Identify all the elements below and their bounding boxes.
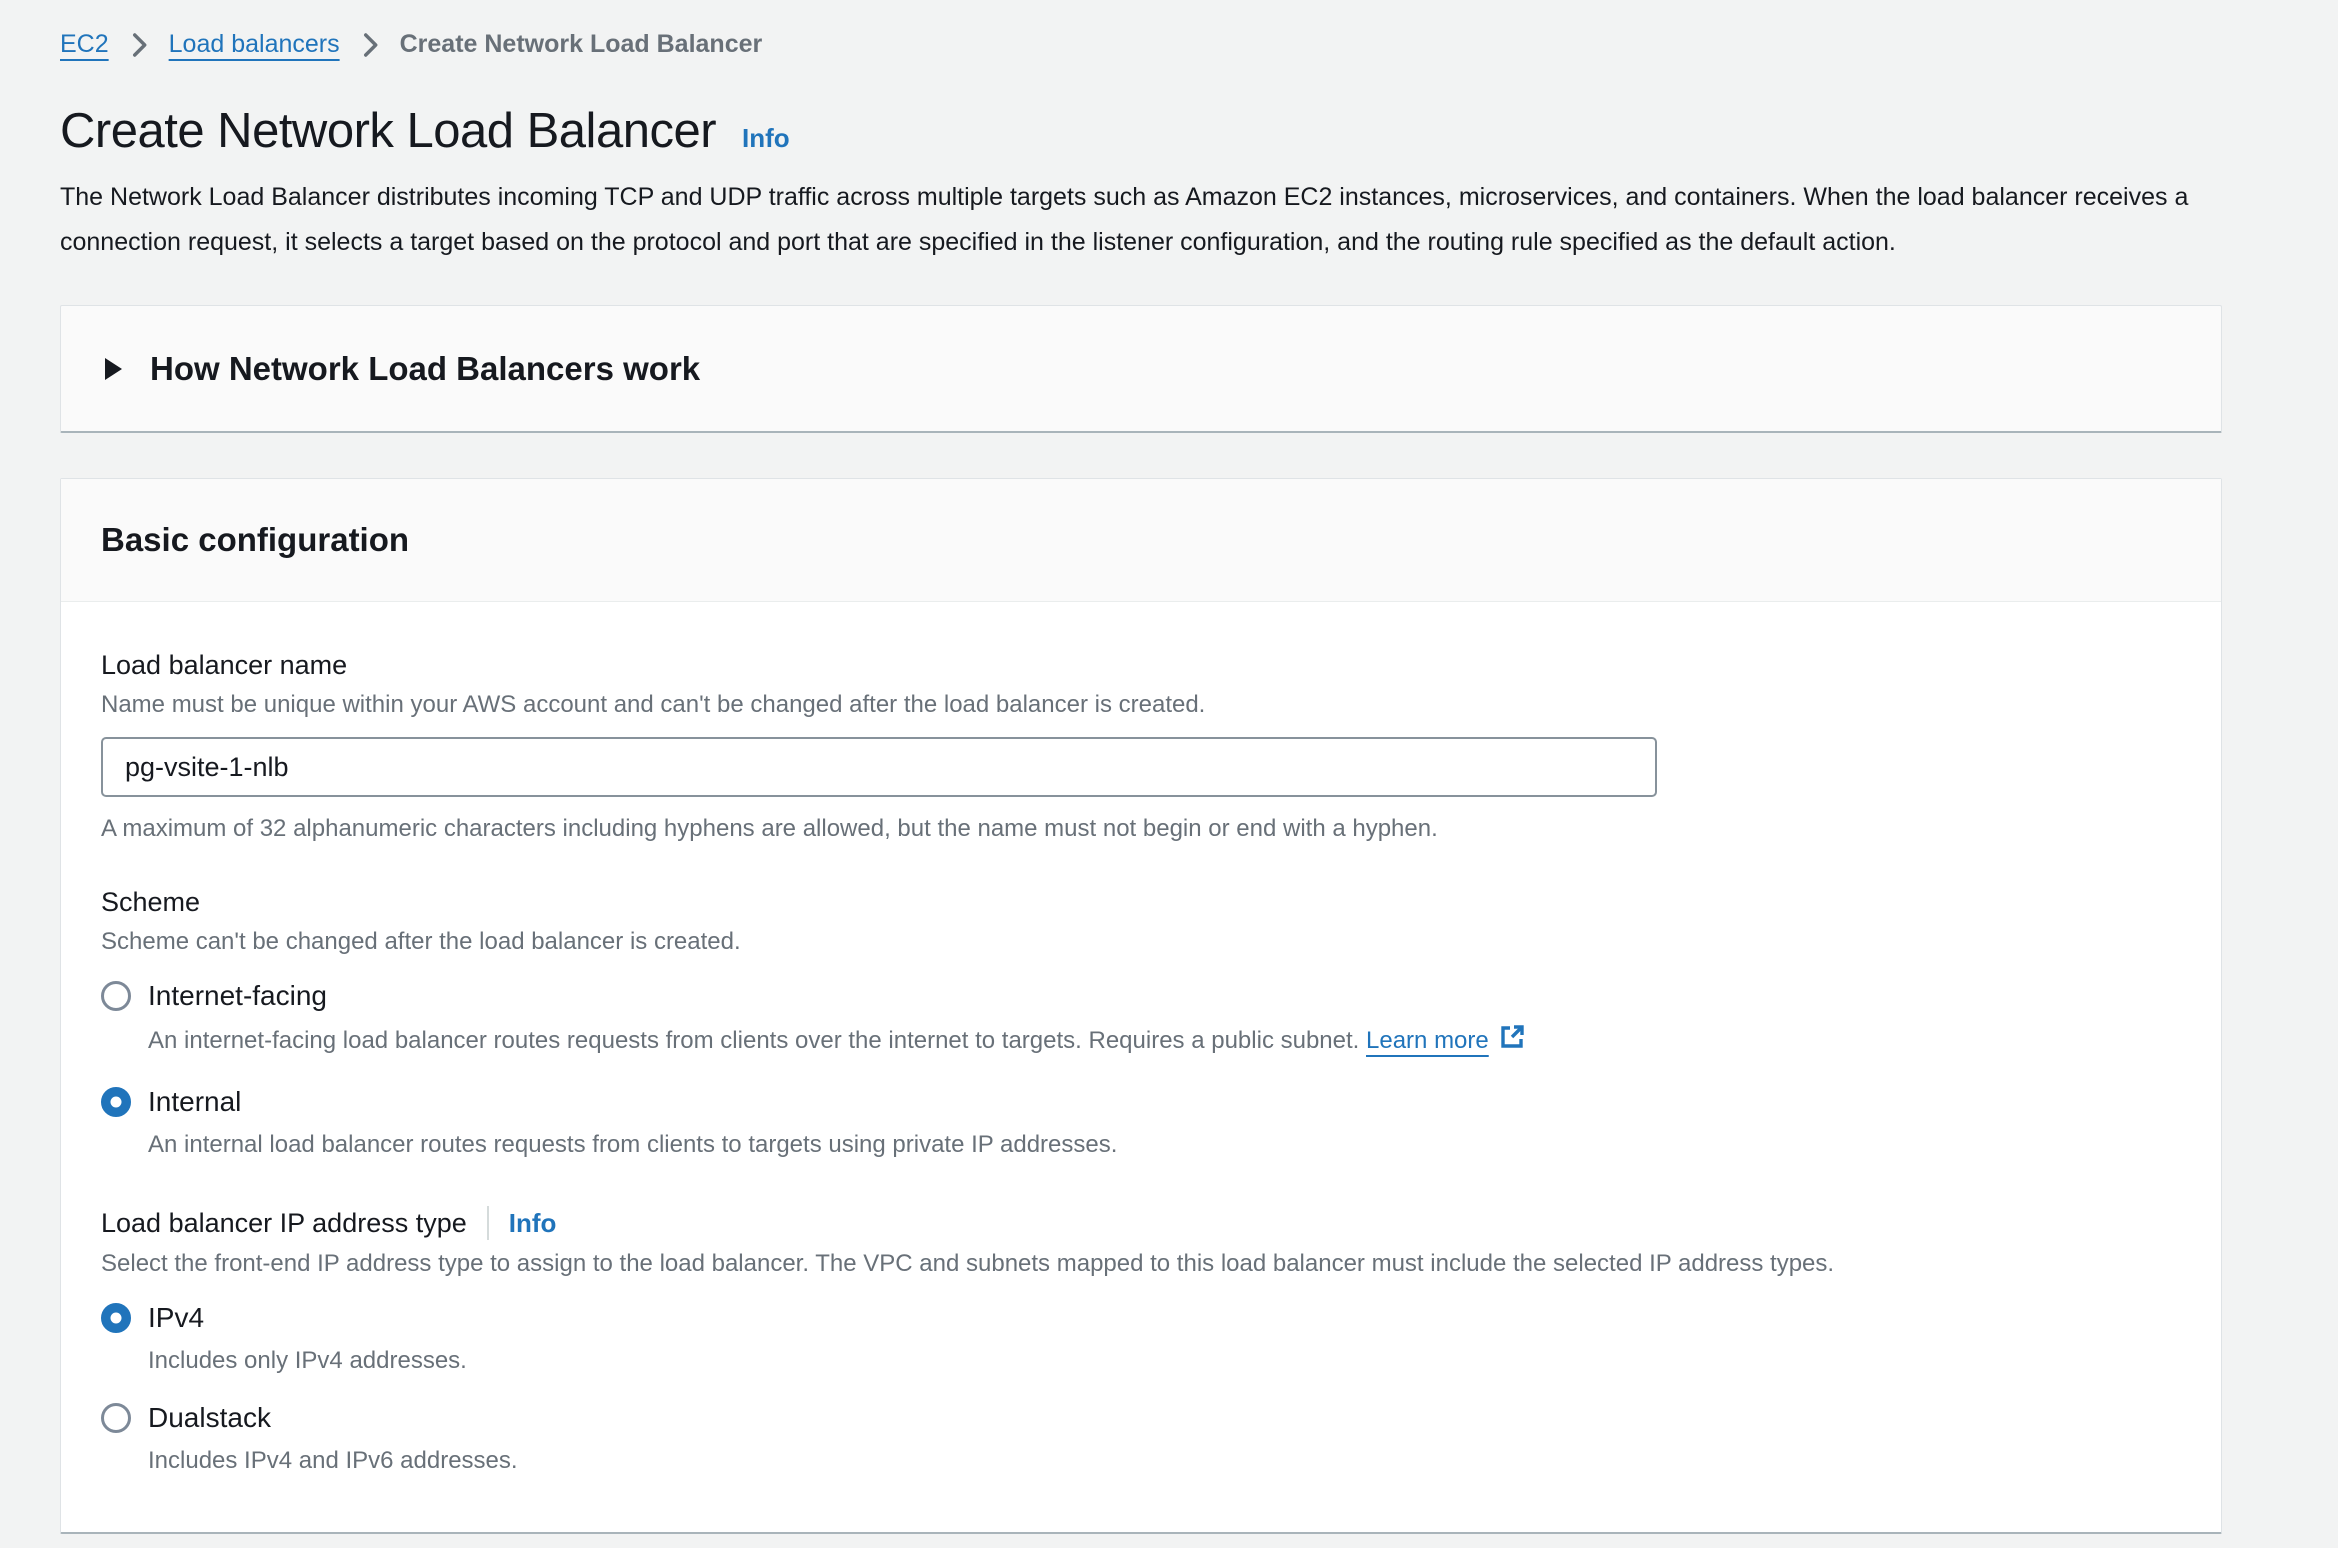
internal-description: An internal load balancer routes request… (148, 1128, 2181, 1162)
ipv4-radio-label[interactable]: IPv4 (148, 1302, 204, 1334)
scheme-field: Scheme Scheme can't be changed after the… (101, 887, 2181, 1162)
dualstack-radio-label[interactable]: Dualstack (148, 1402, 271, 1434)
label-divider (487, 1206, 489, 1240)
ip-address-type-label: Load balancer IP address type (101, 1208, 467, 1239)
ipv4-radio[interactable]: IPv4 (101, 1302, 2181, 1334)
breadcrumb: EC2 Load balancers Create Network Load B… (60, 30, 2222, 59)
expander-caret-icon (105, 358, 122, 380)
ip-type-option-ipv4: IPv4 Includes only IPv4 addresses. (101, 1302, 2181, 1378)
breadcrumb-link-load-balancers[interactable]: Load balancers (169, 30, 340, 59)
how-it-works-expander[interactable]: How Network Load Balancers work (60, 305, 2222, 433)
radio-button-icon[interactable] (101, 981, 131, 1011)
internet-facing-radio-label[interactable]: Internet-facing (148, 980, 327, 1012)
internal-radio[interactable]: Internal (101, 1086, 2181, 1118)
internal-radio-label[interactable]: Internal (148, 1086, 241, 1118)
lb-name-field: Load balancer name Name must be unique w… (101, 650, 2181, 843)
basic-configuration-card: Basic configuration Load balancer name N… (60, 478, 2222, 1534)
scheme-option-internet-facing: Internet-facing An internet-facing load … (101, 980, 2181, 1062)
external-link-icon (1497, 1022, 1527, 1062)
page-title: Create Network Load Balancer (60, 103, 716, 159)
ip-address-type-field: Load balancer IP address type Info Selec… (101, 1206, 2181, 1478)
breadcrumb-link-ec2[interactable]: EC2 (60, 30, 109, 59)
title-info-link[interactable]: Info (742, 123, 790, 154)
breadcrumb-chevron-icon (129, 32, 149, 58)
ip-address-type-help: Select the front-end IP address type to … (101, 1250, 2181, 1278)
radio-button-icon[interactable] (101, 1403, 131, 1433)
ip-address-type-info-link[interactable]: Info (509, 1208, 557, 1239)
scheme-help: Scheme can't be changed after the load b… (101, 928, 2181, 956)
page-description: The Network Load Balancer distributes in… (60, 175, 2222, 265)
lb-name-help: Name must be unique within your AWS acco… (101, 691, 2181, 719)
radio-button-icon[interactable] (101, 1087, 131, 1117)
lb-name-input[interactable] (101, 737, 1657, 797)
dualstack-description: Includes IPv4 and IPv6 addresses. (148, 1444, 2181, 1478)
breadcrumb-current-page: Create Network Load Balancer (400, 30, 763, 59)
scheme-label: Scheme (101, 887, 2181, 918)
ip-type-option-dualstack: Dualstack Includes IPv4 and IPv6 address… (101, 1402, 2181, 1478)
scheme-option-internal: Internal An internal load balancer route… (101, 1086, 2181, 1162)
radio-button-icon[interactable] (101, 1303, 131, 1333)
basic-configuration-body: Load balancer name Name must be unique w… (61, 602, 2221, 1532)
basic-configuration-header: Basic configuration (61, 479, 2221, 602)
dualstack-radio[interactable]: Dualstack (101, 1402, 2181, 1434)
create-nlb-page: EC2 Load balancers Create Network Load B… (0, 0, 2338, 1534)
internet-facing-radio[interactable]: Internet-facing (101, 980, 2181, 1012)
ipv4-description: Includes only IPv4 addresses. (148, 1344, 2181, 1378)
learn-more-link[interactable]: Learn more (1366, 1027, 1489, 1054)
internet-facing-description: An internet-facing load balancer routes … (148, 1022, 2181, 1062)
lb-name-label: Load balancer name (101, 650, 2181, 681)
breadcrumb-chevron-icon (360, 32, 380, 58)
basic-configuration-title: Basic configuration (101, 521, 409, 558)
expander-title: How Network Load Balancers work (150, 350, 700, 388)
lb-name-constraint: A maximum of 32 alphanumeric characters … (101, 815, 2181, 843)
